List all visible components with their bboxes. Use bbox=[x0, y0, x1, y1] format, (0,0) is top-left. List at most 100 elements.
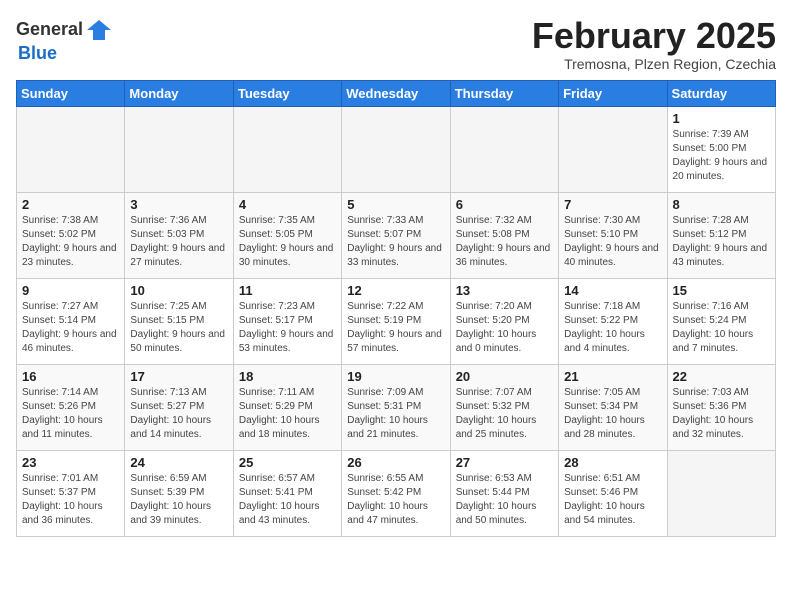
day-info: Sunrise: 7:14 AM Sunset: 5:26 PM Dayligh… bbox=[22, 386, 119, 442]
calendar-cell bbox=[342, 106, 450, 192]
day-info: Sunrise: 7:33 AM Sunset: 5:07 PM Dayligh… bbox=[347, 214, 444, 270]
calendar-cell: 6 Sunrise: 7:32 AM Sunset: 5:08 PM Daylig… bbox=[450, 192, 558, 278]
day-number: 3 bbox=[130, 197, 227, 212]
day-number: 7 bbox=[564, 197, 661, 212]
calendar-cell: 23Sunrise: 7:01 AM Sunset: 5:37 PM Dayli… bbox=[17, 450, 125, 536]
day-number: 28 bbox=[564, 455, 661, 470]
calendar-cell: 9 Sunrise: 7:27 AM Sunset: 5:14 PM Daylig… bbox=[17, 278, 125, 364]
calendar-cell: 16 Sunrise: 7:14 AM Sunset: 5:26 PM Dayli… bbox=[17, 364, 125, 450]
day-number: 8 bbox=[673, 197, 770, 212]
calendar-week-row: 2Sunrise: 7:38 AM Sunset: 5:02 PM Daylig… bbox=[17, 192, 776, 278]
day-info: Sunrise: 7:07 AM Sunset: 5:32 PM Dayligh… bbox=[456, 386, 553, 442]
day-info: Sunrise: 6:55 AM Sunset: 5:42 PM Dayligh… bbox=[347, 472, 444, 528]
day-number: 11 bbox=[239, 283, 336, 298]
day-info: Sunrise: 6:51 AM Sunset: 5:46 PM Dayligh… bbox=[564, 472, 661, 528]
page-header: General Blue February 2025 Tremosna, Plz… bbox=[16, 16, 776, 72]
day-info: Sunrise: 7:39 AM Sunset: 5:00 PM Dayligh… bbox=[673, 128, 770, 184]
calendar-cell bbox=[450, 106, 558, 192]
day-info: Sunrise: 7:35 AM Sunset: 5:05 PM Dayligh… bbox=[239, 214, 336, 270]
calendar-cell: 24 Sunrise: 6:59 AM Sunset: 5:39 PM Dayli… bbox=[125, 450, 233, 536]
day-number: 14 bbox=[564, 283, 661, 298]
logo-icon bbox=[85, 16, 113, 44]
calendar-cell: 15 Sunrise: 7:16 AM Sunset: 5:24 PM Dayli… bbox=[667, 278, 775, 364]
day-number: 10 bbox=[130, 283, 227, 298]
day-number: 6 bbox=[456, 197, 553, 212]
calendar-day-header: Friday bbox=[559, 80, 667, 106]
logo-general-text: General bbox=[16, 20, 83, 40]
day-number: 22 bbox=[673, 369, 770, 384]
calendar-cell: 22 Sunrise: 7:03 AM Sunset: 5:36 PM Dayli… bbox=[667, 364, 775, 450]
calendar-day-header: Sunday bbox=[17, 80, 125, 106]
day-number: 12 bbox=[347, 283, 444, 298]
title-block: February 2025 Tremosna, Plzen Region, Cz… bbox=[532, 16, 776, 72]
day-info: Sunrise: 7:11 AM Sunset: 5:29 PM Dayligh… bbox=[239, 386, 336, 442]
day-info: Sunrise: 7:22 AM Sunset: 5:19 PM Dayligh… bbox=[347, 300, 444, 356]
calendar-week-row: 1Sunrise: 7:39 AM Sunset: 5:00 PM Daylig… bbox=[17, 106, 776, 192]
calendar-cell: 14 Sunrise: 7:18 AM Sunset: 5:22 PM Dayli… bbox=[559, 278, 667, 364]
day-info: Sunrise: 7:20 AM Sunset: 5:20 PM Dayligh… bbox=[456, 300, 553, 356]
calendar-cell: 7 Sunrise: 7:30 AM Sunset: 5:10 PM Daylig… bbox=[559, 192, 667, 278]
day-info: Sunrise: 6:57 AM Sunset: 5:41 PM Dayligh… bbox=[239, 472, 336, 528]
day-number: 26 bbox=[347, 455, 444, 470]
day-number: 4 bbox=[239, 197, 336, 212]
day-info: Sunrise: 7:23 AM Sunset: 5:17 PM Dayligh… bbox=[239, 300, 336, 356]
day-number: 21 bbox=[564, 369, 661, 384]
day-number: 25 bbox=[239, 455, 336, 470]
day-info: Sunrise: 7:27 AM Sunset: 5:14 PM Dayligh… bbox=[22, 300, 119, 356]
calendar-cell: 28 Sunrise: 6:51 AM Sunset: 5:46 PM Dayli… bbox=[559, 450, 667, 536]
calendar-table: SundayMondayTuesdayWednesdayThursdayFrid… bbox=[16, 80, 776, 537]
day-info: Sunrise: 7:09 AM Sunset: 5:31 PM Dayligh… bbox=[347, 386, 444, 442]
calendar-cell: 13 Sunrise: 7:20 AM Sunset: 5:20 PM Dayli… bbox=[450, 278, 558, 364]
calendar-day-header: Monday bbox=[125, 80, 233, 106]
day-info: Sunrise: 7:16 AM Sunset: 5:24 PM Dayligh… bbox=[673, 300, 770, 356]
logo-blue-text: Blue bbox=[18, 43, 57, 63]
day-number: 24 bbox=[130, 455, 227, 470]
calendar-day-header: Saturday bbox=[667, 80, 775, 106]
calendar-cell bbox=[233, 106, 341, 192]
calendar-cell: 25 Sunrise: 6:57 AM Sunset: 5:41 PM Dayli… bbox=[233, 450, 341, 536]
day-info: Sunrise: 6:53 AM Sunset: 5:44 PM Dayligh… bbox=[456, 472, 553, 528]
day-info: Sunrise: 7:38 AM Sunset: 5:02 PM Dayligh… bbox=[22, 214, 119, 270]
calendar-cell: 5 Sunrise: 7:33 AM Sunset: 5:07 PM Daylig… bbox=[342, 192, 450, 278]
calendar-cell bbox=[667, 450, 775, 536]
day-number: 5 bbox=[347, 197, 444, 212]
day-info: Sunrise: 7:28 AM Sunset: 5:12 PM Dayligh… bbox=[673, 214, 770, 270]
calendar-week-row: 9 Sunrise: 7:27 AM Sunset: 5:14 PM Daylig… bbox=[17, 278, 776, 364]
day-number: 16 bbox=[22, 369, 119, 384]
day-info: Sunrise: 7:13 AM Sunset: 5:27 PM Dayligh… bbox=[130, 386, 227, 442]
day-number: 19 bbox=[347, 369, 444, 384]
day-info: Sunrise: 7:18 AM Sunset: 5:22 PM Dayligh… bbox=[564, 300, 661, 356]
calendar-day-header: Wednesday bbox=[342, 80, 450, 106]
calendar-cell: 11 Sunrise: 7:23 AM Sunset: 5:17 PM Dayli… bbox=[233, 278, 341, 364]
day-info: Sunrise: 7:03 AM Sunset: 5:36 PM Dayligh… bbox=[673, 386, 770, 442]
calendar-cell: 18Sunrise: 7:11 AM Sunset: 5:29 PM Dayli… bbox=[233, 364, 341, 450]
calendar-cell: 21 Sunrise: 7:05 AM Sunset: 5:34 PM Dayli… bbox=[559, 364, 667, 450]
calendar-cell: 3Sunrise: 7:36 AM Sunset: 5:03 PM Daylig… bbox=[125, 192, 233, 278]
day-info: Sunrise: 7:32 AM Sunset: 5:08 PM Dayligh… bbox=[456, 214, 553, 270]
calendar-cell bbox=[559, 106, 667, 192]
day-number: 9 bbox=[22, 283, 119, 298]
day-number: 20 bbox=[456, 369, 553, 384]
day-info: Sunrise: 7:05 AM Sunset: 5:34 PM Dayligh… bbox=[564, 386, 661, 442]
calendar-cell: 27 Sunrise: 6:53 AM Sunset: 5:44 PM Dayli… bbox=[450, 450, 558, 536]
calendar-cell: 2Sunrise: 7:38 AM Sunset: 5:02 PM Daylig… bbox=[17, 192, 125, 278]
calendar-day-header: Thursday bbox=[450, 80, 558, 106]
calendar-cell: 10 Sunrise: 7:25 AM Sunset: 5:15 PM Dayli… bbox=[125, 278, 233, 364]
calendar-cell: 17Sunrise: 7:13 AM Sunset: 5:27 PM Dayli… bbox=[125, 364, 233, 450]
calendar-cell: 12 Sunrise: 7:22 AM Sunset: 5:19 PM Dayli… bbox=[342, 278, 450, 364]
calendar-week-row: 23Sunrise: 7:01 AM Sunset: 5:37 PM Dayli… bbox=[17, 450, 776, 536]
calendar-cell: 1Sunrise: 7:39 AM Sunset: 5:00 PM Daylig… bbox=[667, 106, 775, 192]
calendar-title: February 2025 bbox=[532, 16, 776, 56]
day-info: Sunrise: 6:59 AM Sunset: 5:39 PM Dayligh… bbox=[130, 472, 227, 528]
calendar-header-row: SundayMondayTuesdayWednesdayThursdayFrid… bbox=[17, 80, 776, 106]
calendar-day-header: Tuesday bbox=[233, 80, 341, 106]
day-info: Sunrise: 7:30 AM Sunset: 5:10 PM Dayligh… bbox=[564, 214, 661, 270]
day-number: 15 bbox=[673, 283, 770, 298]
day-info: Sunrise: 7:25 AM Sunset: 5:15 PM Dayligh… bbox=[130, 300, 227, 356]
day-number: 13 bbox=[456, 283, 553, 298]
calendar-subtitle: Tremosna, Plzen Region, Czechia bbox=[532, 56, 776, 72]
day-number: 27 bbox=[456, 455, 553, 470]
calendar-cell: 8 Sunrise: 7:28 AM Sunset: 5:12 PM Daylig… bbox=[667, 192, 775, 278]
calendar-week-row: 16 Sunrise: 7:14 AM Sunset: 5:26 PM Dayli… bbox=[17, 364, 776, 450]
calendar-cell bbox=[17, 106, 125, 192]
